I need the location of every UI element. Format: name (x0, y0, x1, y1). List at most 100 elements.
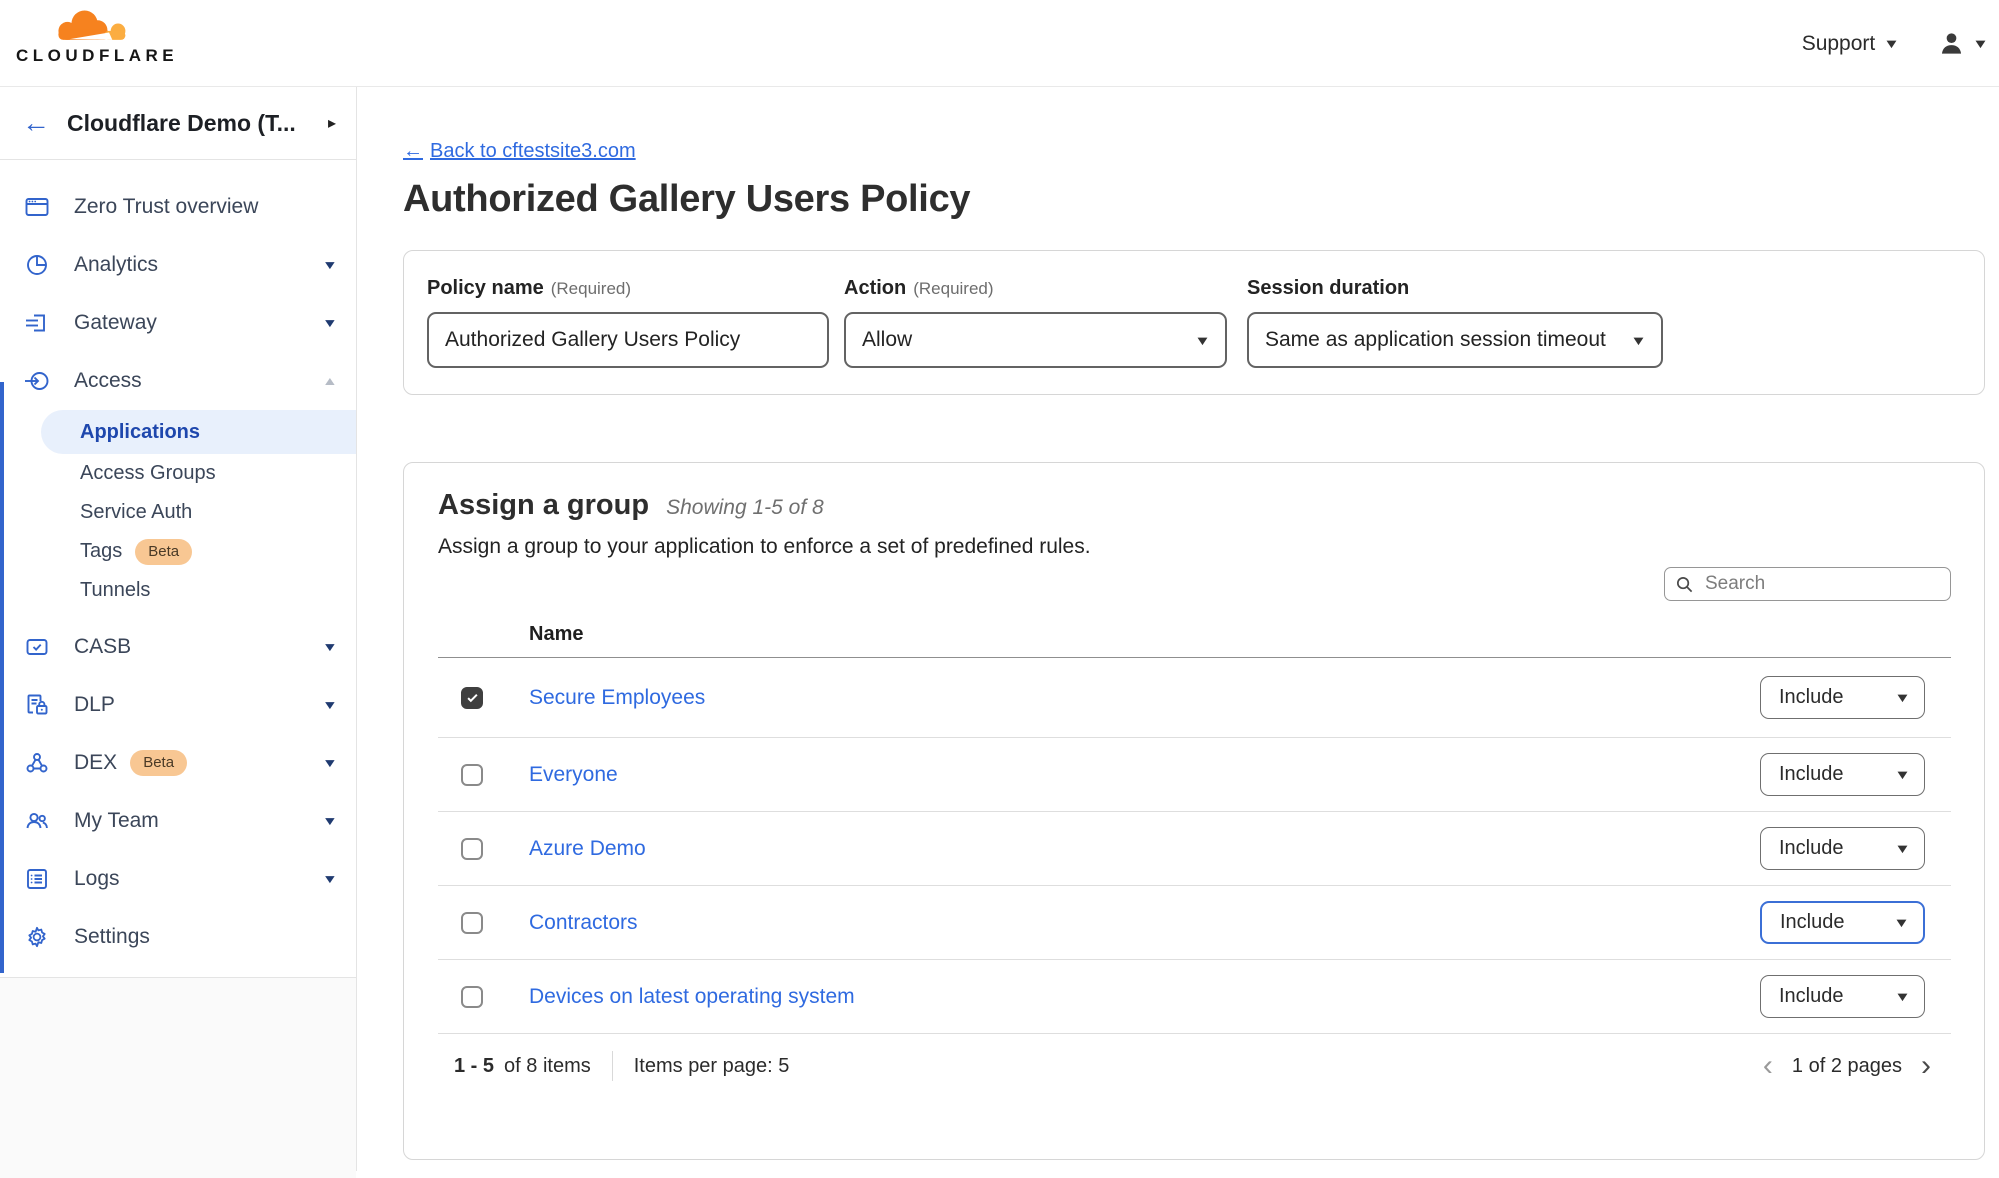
required-hint: (Required) (913, 279, 993, 298)
row-checkbox[interactable] (461, 687, 483, 709)
sidebar-item-settings[interactable]: Settings (0, 908, 356, 966)
beta-badge: Beta (130, 750, 187, 776)
sidebar-item-my-team[interactable]: My Team ▼ (0, 792, 356, 850)
chevron-down-icon: ▼ (322, 872, 338, 886)
session-duration-select[interactable]: Same as application session timeout ▼ (1247, 312, 1663, 368)
back-to-site-link[interactable]: ← Back to cftestsite3.com (403, 140, 636, 163)
chevron-down-icon: ▼ (1894, 841, 1911, 856)
sidebar-item-gateway[interactable]: Gateway ▼ (0, 294, 356, 352)
support-menu[interactable]: Support ▼ (1802, 32, 1898, 56)
search-input[interactable] (1703, 572, 1940, 596)
sidebar-item-zero-trust-overview[interactable]: Zero Trust overview (0, 178, 356, 236)
sidebar-item-access-groups[interactable]: Access Groups (0, 454, 356, 493)
page-indicator: 1 of 2 pages (1792, 1055, 1902, 1078)
footer-separator (612, 1051, 613, 1081)
assign-group-title: Assign a group (438, 489, 649, 522)
sidebar-item-casb[interactable]: CASB ▼ (0, 618, 356, 676)
action-field: Action(Required) Allow ▼ (844, 277, 1227, 368)
chevron-down-icon: ▼ (1893, 915, 1910, 930)
previous-page-icon[interactable]: ‹ (1763, 1051, 1773, 1081)
showing-count: Showing 1-5 of 8 (666, 496, 824, 520)
sidebar-item-access[interactable]: Access ▲ (0, 352, 356, 410)
user-menu[interactable]: ▼ (1938, 30, 1987, 57)
support-label: Support (1802, 32, 1876, 56)
group-link[interactable]: Everyone (529, 763, 618, 786)
assign-group-description: Assign a group to your application to en… (438, 535, 1951, 559)
items-per-page: Items per page: 5 (634, 1055, 790, 1078)
people-icon (24, 808, 50, 834)
sidebar-item-tags[interactable]: Tags Beta (0, 532, 356, 571)
pie-chart-icon (24, 252, 50, 278)
include-select[interactable]: Include ▼ (1760, 676, 1925, 719)
table-row: Contractors Include ▼ (438, 886, 1951, 960)
chevron-down-icon: ▼ (1883, 36, 1900, 51)
chevron-down-icon: ▼ (1894, 989, 1911, 1004)
sidebar-item-tunnels[interactable]: Tunnels (0, 571, 356, 610)
group-link[interactable]: Devices on latest operating system (529, 985, 855, 1008)
policy-name-input[interactable] (427, 312, 829, 368)
list-document-icon (24, 866, 50, 892)
policy-form-card: Policy name(Required) Action(Required) A… (403, 250, 1985, 395)
chevron-down-icon: ▼ (1194, 333, 1211, 348)
chevron-down-icon: ▼ (1894, 690, 1911, 705)
chevron-up-icon: ▲ (322, 374, 338, 388)
next-page-icon[interactable]: › (1921, 1051, 1931, 1081)
gear-icon (24, 924, 50, 950)
sidebar: ← Cloudflare Demo (T... ▸ Zero Trust ove… (0, 87, 357, 1171)
sidebar-bottom-area (0, 978, 356, 1178)
casb-check-icon (24, 634, 50, 660)
include-select[interactable]: Include ▼ (1760, 975, 1925, 1018)
include-select[interactable]: Include ▼ (1760, 827, 1925, 870)
table-row: Azure Demo Include ▼ (438, 812, 1951, 886)
gateway-icon (24, 310, 50, 336)
sidebar-item-applications[interactable]: Applications (41, 410, 356, 454)
include-select[interactable]: Include ▼ (1760, 753, 1925, 796)
window-icon (24, 194, 50, 220)
network-nodes-icon (24, 750, 50, 776)
sidebar-item-dex[interactable]: DEX Beta ▼ (0, 734, 356, 792)
back-arrow-icon[interactable]: ← (22, 109, 50, 137)
chevron-down-icon: ▼ (1894, 767, 1911, 782)
search-icon (1675, 575, 1694, 594)
account-name[interactable]: Cloudflare Demo (T... (67, 110, 328, 137)
cloudflare-wordmark: CLOUDFLARE (16, 46, 176, 66)
row-checkbox[interactable] (461, 838, 483, 860)
active-pill: Applications (41, 410, 356, 454)
session-duration-field: Session duration Same as application ses… (1247, 277, 1663, 368)
cloudflare-logo[interactable]: CLOUDFLARE (16, 5, 176, 66)
top-bar: CLOUDFLARE Support ▼ ▼ (0, 0, 1999, 87)
row-checkbox[interactable] (461, 764, 483, 786)
table-footer: 1 - 5 of 8 items Items per page: 5 ‹ 1 o… (438, 1034, 1951, 1098)
topbar-right-group: Support ▼ ▼ (1802, 0, 1987, 87)
session-duration-label: Session duration (1247, 277, 1409, 299)
required-hint: (Required) (551, 279, 631, 298)
page-title: Authorized Gallery Users Policy (403, 178, 1984, 221)
back-arrow-icon: ← (403, 140, 423, 163)
include-select[interactable]: Include ▼ (1760, 901, 1925, 944)
document-lock-icon (24, 692, 50, 718)
cloudflare-cloud-icon (47, 5, 145, 47)
chevron-down-icon: ▼ (1972, 36, 1989, 51)
group-link[interactable]: Contractors (529, 911, 638, 934)
assign-group-card: Assign a group Showing 1-5 of 8 Assign a… (403, 462, 1985, 1160)
table-row: Everyone Include ▼ (438, 738, 1951, 812)
user-icon (1938, 30, 1965, 57)
sidebar-item-logs[interactable]: Logs ▼ (0, 850, 356, 908)
chevron-down-icon: ▼ (322, 316, 338, 330)
group-link[interactable]: Azure Demo (529, 837, 646, 860)
sidebar-item-service-auth[interactable]: Service Auth (0, 493, 356, 532)
row-checkbox[interactable] (461, 912, 483, 934)
sidebar-item-analytics[interactable]: Analytics ▼ (0, 236, 356, 294)
sidebar-nav: Zero Trust overview Analytics ▼ Gateway … (0, 178, 356, 966)
group-link[interactable]: Secure Employees (529, 686, 705, 709)
table-row: Secure Employees Include ▼ (438, 658, 1951, 738)
action-select[interactable]: Allow ▼ (844, 312, 1227, 368)
group-search[interactable] (1664, 567, 1951, 601)
row-checkbox[interactable] (461, 986, 483, 1008)
beta-badge: Beta (135, 539, 192, 565)
policy-name-field: Policy name(Required) (427, 277, 829, 368)
expand-right-icon[interactable]: ▸ (328, 113, 336, 133)
checkmark-icon (465, 690, 480, 705)
sidebar-item-dlp[interactable]: DLP ▼ (0, 676, 356, 734)
sidebar-accent-bar (0, 382, 4, 973)
